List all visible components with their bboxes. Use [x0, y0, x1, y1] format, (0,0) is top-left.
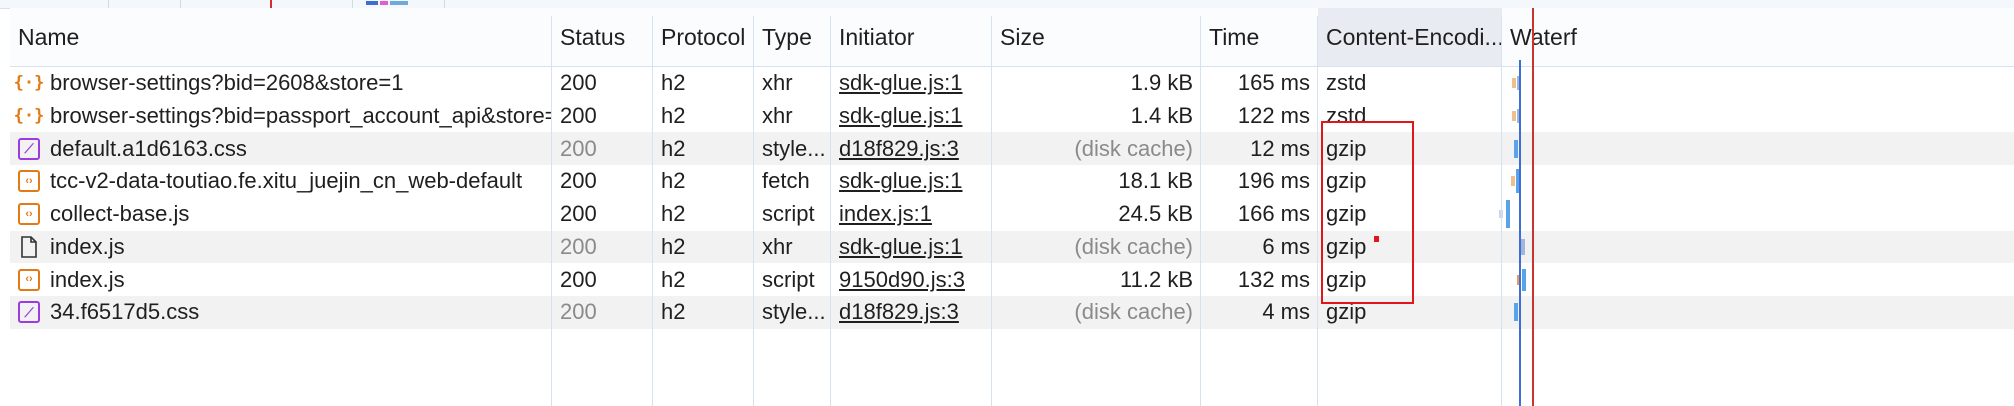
waterfall-cell[interactable] [10, 132, 2014, 165]
table-row[interactable]: ‹› collect-base.js 200 h2 script index.js:1 24… [10, 198, 2014, 231]
column-divider[interactable] [551, 16, 552, 406]
overview-load-marker [270, 0, 272, 8]
waterfall-bar [1514, 303, 1518, 322]
waterfall-cell[interactable] [10, 165, 2014, 198]
overview-activity [366, 1, 378, 5]
table-row[interactable]: ⟋ default.a1d6163.css 200 h2 style... d18f829… [10, 132, 2014, 166]
column-divider[interactable] [1317, 16, 1318, 406]
column-header-waterfall[interactable]: Waterf [1502, 8, 1602, 66]
column-divider[interactable] [1200, 16, 1201, 406]
table-row[interactable]: {·} browser-settings?bid=2608&store=1 200 h… [10, 67, 2014, 100]
overview-gridline [444, 0, 445, 8]
waterfall-cell[interactable] [10, 296, 2014, 329]
column-header-size[interactable]: Size [992, 8, 1201, 66]
waterfall-cell[interactable] [10, 198, 2014, 231]
column-divider[interactable] [991, 16, 992, 406]
waterfall-bar [1514, 139, 1518, 158]
overview-gridline [180, 0, 181, 8]
overview-activity [390, 1, 408, 5]
table-row[interactable]: ‹› index.js 200 h2 script 9150d90.js:3 11.2 kB… [10, 263, 2014, 296]
column-header-name[interactable]: Name [10, 8, 552, 66]
column-divider[interactable] [753, 16, 754, 406]
overview-activity [380, 1, 388, 5]
table-header: Name Status Protocol Type Initiator Size… [10, 8, 2014, 67]
waterfall-bar [1506, 200, 1510, 229]
column-header-content-encoding[interactable]: Content-Encodi... ▼ [1318, 8, 1502, 66]
column-header-status[interactable]: Status [552, 8, 653, 66]
waterfall-cell[interactable] [10, 231, 2014, 264]
table-row[interactable]: ‹› tcc-v2-data-toutiao.fe.xitu_juejin_cn_… [10, 165, 2014, 198]
column-header-type[interactable]: Type [754, 8, 831, 66]
waterfall-domcontentloaded-line [1519, 60, 1521, 406]
waterfall-bar [1512, 78, 1516, 89]
overview-gridline [108, 0, 109, 8]
content-encoding-header-label: Content-Encodi... [1326, 23, 1502, 50]
column-header-protocol[interactable]: Protocol [653, 8, 754, 66]
overview-gridline [352, 0, 353, 8]
table-row[interactable]: ⟋ 34.f6517d5.css 200 h2 style... d18f829.js:3… [10, 295, 2014, 329]
column-header-time[interactable]: Time [1201, 8, 1318, 66]
column-divider[interactable] [652, 16, 653, 406]
column-divider[interactable] [1501, 16, 1502, 406]
waterfall-cell[interactable] [10, 100, 2014, 133]
waterfall-bar [1512, 111, 1516, 122]
waterfall-bar [1522, 268, 1526, 291]
column-header-initiator[interactable]: Initiator [831, 8, 992, 66]
waterfall-bar [1511, 176, 1515, 187]
column-divider[interactable] [830, 16, 831, 406]
annotation-mark [1374, 236, 1379, 242]
waterfall-bar [1521, 238, 1525, 255]
waterfall-load-line [1532, 8, 1534, 406]
table-row[interactable]: {·} browser-settings?bid=passport_account… [10, 100, 2014, 133]
network-requests-table: Name Status Protocol Type Initiator Size… [10, 8, 2014, 406]
waterfall-cell[interactable] [10, 67, 2014, 100]
waterfall-cell[interactable] [10, 263, 2014, 296]
table-row[interactable]: index.js 200 h2 xhr sdk-glue.js:1 (disk cache… [10, 230, 2014, 264]
